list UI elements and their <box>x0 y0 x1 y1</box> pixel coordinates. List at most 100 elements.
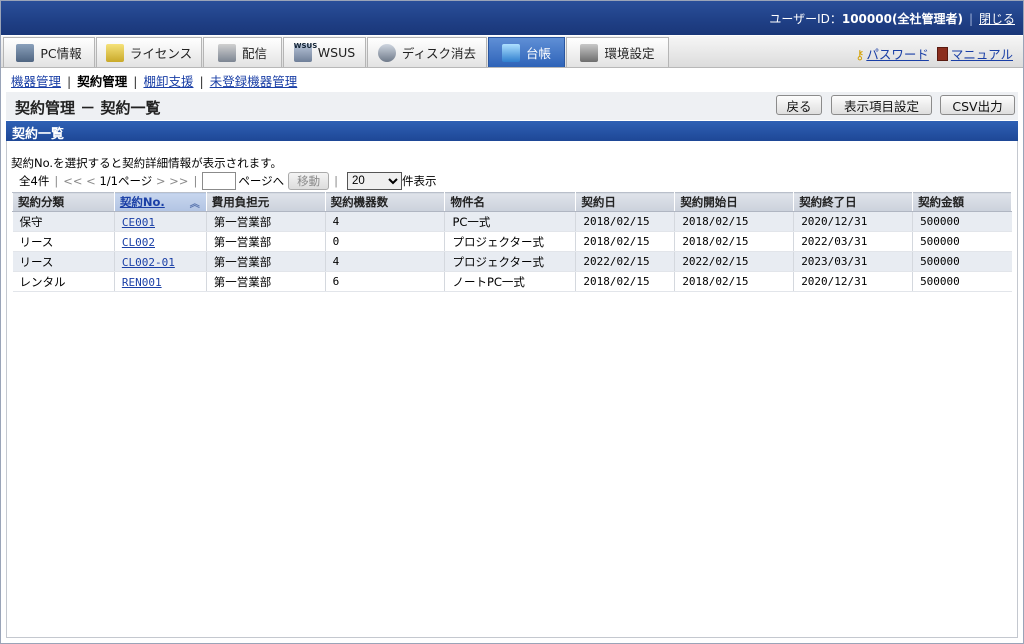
tab-settings[interactable]: 環境設定 <box>566 37 669 67</box>
cell-amount: 500000 <box>912 271 1012 292</box>
table-row: リース CL002-01 第一営業部 4 プロジェクター式 2022/02/15… <box>12 251 1012 272</box>
table-row: 保守 CE001 第一営業部 4 PC一式 2018/02/15 2018/02… <box>12 211 1012 232</box>
tab-label: ディスク消去 <box>401 46 477 61</box>
contract-no-link[interactable]: CL002-01 <box>122 256 175 269</box>
contract-no-link[interactable]: CE001 <box>122 216 155 229</box>
cell-category: リース <box>12 231 115 252</box>
cell-cost-bearer: 第一営業部 <box>205 251 326 272</box>
cell-start-date: 2018/02/15 <box>674 231 794 252</box>
column-header-end-date[interactable]: 契約終了日 <box>793 192 914 212</box>
cell-contract-no: CE001 <box>113 211 207 232</box>
prev-page-link[interactable]: < <box>86 174 96 188</box>
back-button[interactable]: 戻る <box>776 95 822 115</box>
per-page-suffix: 件表示 <box>401 174 437 188</box>
sub-navigation: 機器管理 | 契約管理 | 棚卸支援 | 未登録機器管理 <box>11 74 298 89</box>
column-header-start-date[interactable]: 契約開始日 <box>674 192 795 212</box>
tab-pc-info[interactable]: PC情報 <box>3 37 95 67</box>
last-page-link[interactable]: >> <box>169 174 188 188</box>
cell-device-count: 4 <box>324 251 445 272</box>
cell-device-count: 4 <box>324 211 445 232</box>
main-tab-bar: PC情報 ライセンス 配信 WSUS WSUS ディスク消去 台帳 環境設定 ⚷… <box>1 36 1023 68</box>
cell-cost-bearer: 第一営業部 <box>205 231 326 252</box>
tab-license[interactable]: ライセンス <box>96 37 202 67</box>
tab-bar-links: ⚷ パスワード マニュアル <box>855 44 1013 63</box>
column-settings-button[interactable]: 表示項目設定 <box>831 95 932 115</box>
manual-link[interactable]: マニュアル <box>951 47 1013 62</box>
wsus-icon: WSUS <box>293 42 317 62</box>
password-link[interactable]: パスワード <box>866 47 929 62</box>
tab-wsus[interactable]: WSUS WSUS <box>283 37 366 67</box>
cell-contract-date: 2018/02/15 <box>575 231 675 252</box>
per-page-select[interactable]: 20 <box>346 172 402 190</box>
column-header-contract-no[interactable]: 契約No. ︽ <box>113 192 207 212</box>
cell-category: リース <box>12 251 115 272</box>
move-button[interactable]: 移動 <box>288 172 330 190</box>
tab-label: 配信 <box>241 46 267 61</box>
total-count: 全4件 <box>19 174 50 188</box>
cell-start-date: 2022/02/15 <box>674 251 794 272</box>
column-header-category[interactable]: 契約分類 <box>12 192 115 212</box>
column-header-item-name[interactable]: 物件名 <box>444 192 577 212</box>
pc-icon <box>16 43 35 62</box>
csv-export-button[interactable]: CSV出力 <box>940 95 1015 115</box>
tab-distribution[interactable]: 配信 <box>203 37 282 67</box>
tab-label: 環境設定 <box>604 46 655 61</box>
tab-label: 台帳 <box>525 46 551 61</box>
cell-item-name: プロジェクター式 <box>444 231 576 252</box>
cell-category: 保守 <box>12 211 115 232</box>
tab-label: ライセンス <box>129 46 193 61</box>
page-suffix: ページへ <box>238 174 285 188</box>
contract-no-link[interactable]: CL002 <box>122 236 155 249</box>
page-info: 1/1ページ <box>99 174 153 188</box>
user-id: 100000(全社管理者) <box>841 12 963 26</box>
subnav-contract-management: 契約管理 <box>77 74 128 89</box>
close-link[interactable]: 閉じる <box>979 12 1015 26</box>
distribution-icon <box>217 43 236 62</box>
page-number-input[interactable] <box>202 172 237 190</box>
next-page-link[interactable]: > <box>156 174 166 188</box>
cell-item-name: ノートPC一式 <box>444 271 576 292</box>
cell-item-name: PC一式 <box>444 211 576 232</box>
column-header-device-count[interactable]: 契約機器数 <box>324 192 446 212</box>
subnav-unregistered-devices[interactable]: 未登録機器管理 <box>210 74 298 89</box>
first-page-link[interactable]: << <box>63 174 82 188</box>
cell-cost-bearer: 第一営業部 <box>205 271 326 292</box>
subnav-device-management[interactable]: 機器管理 <box>11 74 61 89</box>
tab-label: PC情報 <box>40 46 82 61</box>
contract-no-sort-link[interactable]: 契約No. <box>120 195 165 209</box>
cell-contract-date: 2018/02/15 <box>575 271 675 292</box>
subnav-inventory-support[interactable]: 棚卸支援 <box>143 74 193 89</box>
cell-amount: 500000 <box>912 231 1012 252</box>
cell-contract-no: REN001 <box>113 271 207 292</box>
column-header-cost-bearer[interactable]: 費用負担元 <box>205 192 326 212</box>
cell-device-count: 0 <box>324 231 445 252</box>
column-header-amount[interactable]: 契約金額 <box>912 192 1012 212</box>
manual-book-icon <box>936 47 948 61</box>
ledger-icon <box>501 43 520 62</box>
cell-contract-no: CL002-01 <box>113 251 207 272</box>
user-info: ユーザーID：100000(全社管理者) | 閉じる <box>769 12 1015 26</box>
cell-amount: 500000 <box>912 211 1012 232</box>
section-header: 契約一覧 <box>6 121 1018 142</box>
cell-end-date: 2023/03/31 <box>793 251 913 272</box>
contract-table: 契約分類 契約No. ︽ 費用負担元 契約機器数 物件名 契約日 契約開始日 契約… <box>12 192 1012 292</box>
cell-amount: 500000 <box>912 251 1012 272</box>
cell-start-date: 2018/02/15 <box>674 271 794 292</box>
cell-contract-date: 2022/02/15 <box>575 251 675 272</box>
cell-end-date: 2020/12/31 <box>793 271 913 292</box>
settings-tools-icon <box>580 43 599 62</box>
tab-disk-erase[interactable]: ディスク消去 <box>367 37 487 67</box>
pager: 全4件 | << < 1/1ページ > >> | ページへ 移動 | 20 件表… <box>19 172 436 190</box>
disk-erase-icon <box>377 43 396 62</box>
tab-ledger[interactable]: 台帳 <box>488 37 565 67</box>
cell-end-date: 2022/03/31 <box>793 231 913 252</box>
contract-no-link[interactable]: REN001 <box>122 276 162 289</box>
cell-start-date: 2018/02/15 <box>674 211 794 232</box>
wsus-icon-caption: WSUS <box>293 41 318 50</box>
cell-item-name: プロジェクター式 <box>444 251 576 272</box>
cell-contract-date: 2018/02/15 <box>575 211 675 232</box>
user-id-label: ユーザーID： <box>769 12 842 26</box>
sort-ascending-icon: ︽ <box>189 199 200 210</box>
cell-contract-no: CL002 <box>113 231 207 252</box>
column-header-contract-date[interactable]: 契約日 <box>575 192 676 212</box>
